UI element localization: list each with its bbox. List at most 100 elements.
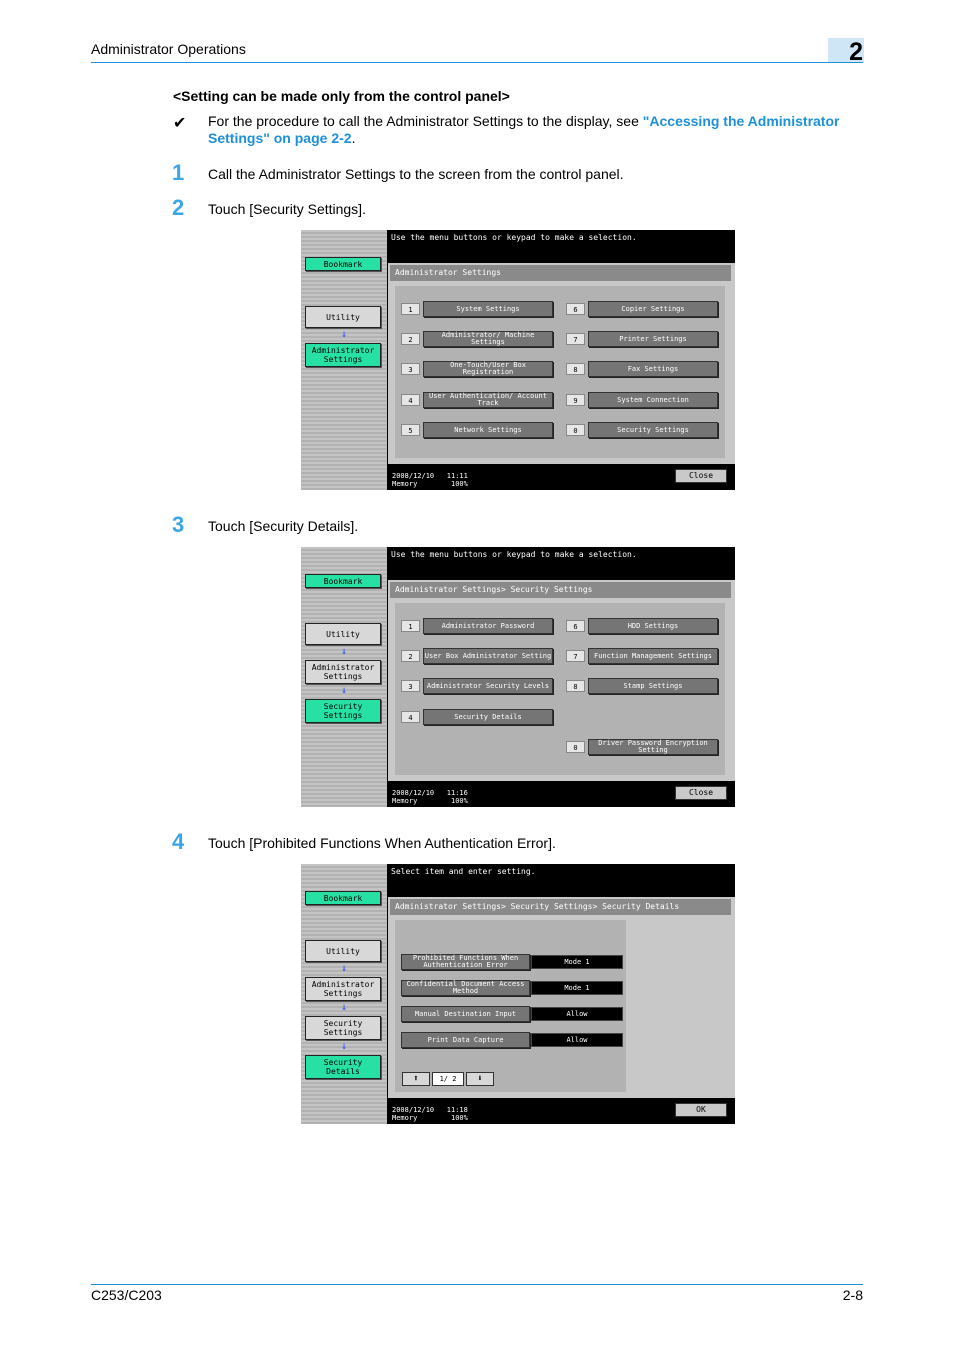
header-rule: [91, 62, 863, 63]
admin-settings-button[interactable]: Administrator Settings: [305, 343, 381, 367]
screen-title: Administrator Settings> Security Setting…: [390, 899, 731, 915]
security-settings-button[interactable]: Security Settings: [588, 422, 718, 438]
item-number: 7: [566, 650, 585, 662]
setting-value: Mode 1: [531, 955, 623, 969]
arrow-down-icon: ↓: [340, 963, 348, 974]
system-settings-button[interactable]: System Settings: [423, 301, 553, 317]
arrow-down-icon: ↓: [340, 1041, 348, 1052]
main-area: Administrator Settings> Security Setting…: [388, 897, 735, 1098]
hdd-settings-button[interactable]: HDD Settings: [588, 618, 718, 634]
item-number: 6: [566, 303, 585, 315]
copier-settings-button[interactable]: Copier Settings: [588, 301, 718, 317]
status-bar: 2008/12/10 11:11 Memory 100% Close: [388, 464, 735, 490]
screen-message: Use the menu buttons or keypad to make a…: [391, 233, 637, 242]
utility-button[interactable]: Utility: [305, 306, 381, 328]
footer-model: C253/C203: [91, 1287, 162, 1303]
security-details-button[interactable]: Security Details: [305, 1055, 381, 1079]
page-indicator: 1/ 2: [432, 1072, 464, 1086]
page-up-button[interactable]: ⬆: [402, 1072, 430, 1086]
setting-value: Allow: [531, 1033, 623, 1047]
arrow-down-icon: ↓: [340, 646, 348, 657]
printer-settings-button[interactable]: Printer Settings: [588, 331, 718, 347]
item-number: 4: [401, 394, 420, 406]
manual-destination-button[interactable]: Manual Destination Input: [401, 1006, 530, 1022]
item-number: 0: [566, 741, 585, 753]
admin-security-levels-button[interactable]: Administrator Security Levels: [423, 678, 553, 694]
date-time-memory: 2008/12/10 11:16 Memory 100%: [392, 789, 468, 805]
screen-title: Administrator Settings: [390, 265, 731, 281]
close-button[interactable]: Close: [675, 469, 727, 483]
confidential-document-button[interactable]: Confidential Document Access Method: [401, 980, 530, 996]
user-box-admin-button[interactable]: User Box Administrator Setting: [423, 648, 553, 664]
arrow-down-icon: ↓: [340, 1002, 348, 1013]
admin-password-button[interactable]: Administrator Password: [423, 618, 553, 634]
item-number: 2: [401, 650, 420, 662]
bookmark-button[interactable]: Bookmark: [305, 257, 381, 271]
system-connection-button[interactable]: System Connection: [588, 392, 718, 408]
main-area: Administrator Settings> Security Setting…: [388, 580, 735, 781]
screen-message: Select item and enter setting.: [391, 867, 536, 876]
driver-password-button[interactable]: Driver Password Encryption Setting: [588, 739, 718, 755]
item-number: 7: [566, 333, 585, 345]
menu-grid: 1 Administrator Password 2 User Box Admi…: [395, 603, 725, 775]
status-bar: 2008/12/10 11:16 Memory 100% Close: [388, 781, 735, 807]
one-touch-registration-button[interactable]: One-Touch/User Box Registration: [423, 361, 553, 377]
note-text-end: .: [351, 130, 356, 146]
arrow-down-icon: ↓: [340, 685, 348, 696]
setting-value: Mode 1: [531, 981, 623, 995]
bookmark-button[interactable]: Bookmark: [305, 891, 381, 905]
step-text: Call the Administrator Settings to the s…: [208, 166, 624, 182]
item-number: 8: [566, 680, 585, 692]
item-number: 1: [401, 303, 420, 315]
status-bar: 2008/12/10 11:18 Memory 100% OK: [388, 1098, 735, 1124]
menu-grid: 1 System Settings 2 Administrator/ Machi…: [395, 286, 725, 458]
page-down-button[interactable]: ⬇: [466, 1072, 494, 1086]
setting-value: Allow: [531, 1007, 623, 1021]
ok-button[interactable]: OK: [675, 1103, 727, 1117]
admin-settings-button[interactable]: Administrator Settings: [305, 660, 381, 684]
prohibited-functions-button[interactable]: Prohibited Functions When Authentication…: [401, 954, 530, 970]
function-management-button[interactable]: Function Management Settings: [588, 648, 718, 664]
procedure-note: For the procedure to call the Administra…: [208, 113, 868, 147]
arrow-down-icon: ↓: [340, 329, 348, 340]
admin-machine-settings-button[interactable]: Administrator/ Machine Settings: [423, 331, 553, 347]
section-subheading: <Setting can be made only from the contr…: [173, 88, 510, 104]
utility-button[interactable]: Utility: [305, 623, 381, 645]
screenshot-admin-settings: Bookmark Utility ↓ Administrator Setting…: [301, 230, 735, 490]
item-number: 6: [566, 620, 585, 632]
left-panel: Bookmark Utility ↓ Administrator Setting…: [301, 230, 387, 490]
screenshot-security-details: Bookmark Utility ↓ Administrator Setting…: [301, 864, 735, 1124]
security-details-button[interactable]: Security Details: [423, 709, 553, 725]
user-auth-button[interactable]: User Authentication/ Account Track: [423, 392, 553, 408]
step-number: 3: [172, 512, 185, 537]
item-number: 5: [401, 424, 420, 436]
step-number: 2: [172, 195, 185, 220]
screen-message: Use the menu buttons or keypad to make a…: [391, 550, 637, 559]
chapter-number: 2: [828, 38, 864, 66]
item-number: 2: [401, 333, 420, 345]
security-settings-button[interactable]: Security Settings: [305, 699, 381, 723]
admin-settings-button[interactable]: Administrator Settings: [305, 977, 381, 1001]
note-text: For the procedure to call the Administra…: [208, 113, 643, 129]
utility-button[interactable]: Utility: [305, 940, 381, 962]
footer-page-number: 2-8: [842, 1287, 863, 1303]
stamp-settings-button[interactable]: Stamp Settings: [588, 678, 718, 694]
network-settings-button[interactable]: Network Settings: [423, 422, 553, 438]
screenshot-security-settings: Bookmark Utility ↓ Administrator Setting…: [301, 547, 735, 807]
running-header-title: Administrator Operations: [91, 41, 246, 57]
step-text: Touch [Security Details].: [208, 518, 359, 534]
item-number: 1: [401, 620, 420, 632]
item-number: 3: [401, 363, 420, 375]
close-button[interactable]: Close: [675, 786, 727, 800]
print-data-capture-button[interactable]: Print Data Capture: [401, 1032, 530, 1048]
step-text: Touch [Prohibited Functions When Authent…: [208, 835, 556, 851]
security-settings-button[interactable]: Security Settings: [305, 1016, 381, 1040]
bookmark-button[interactable]: Bookmark: [305, 574, 381, 588]
fax-settings-button[interactable]: Fax Settings: [588, 361, 718, 377]
settings-list: Prohibited Functions When Authentication…: [395, 920, 626, 1092]
date-time-memory: 2008/12/10 11:18 Memory 100%: [392, 1106, 468, 1122]
left-panel: Bookmark Utility ↓ Administrator Setting…: [301, 547, 387, 807]
item-number: 8: [566, 363, 585, 375]
item-number: 0: [566, 424, 585, 436]
item-number: 9: [566, 394, 585, 406]
